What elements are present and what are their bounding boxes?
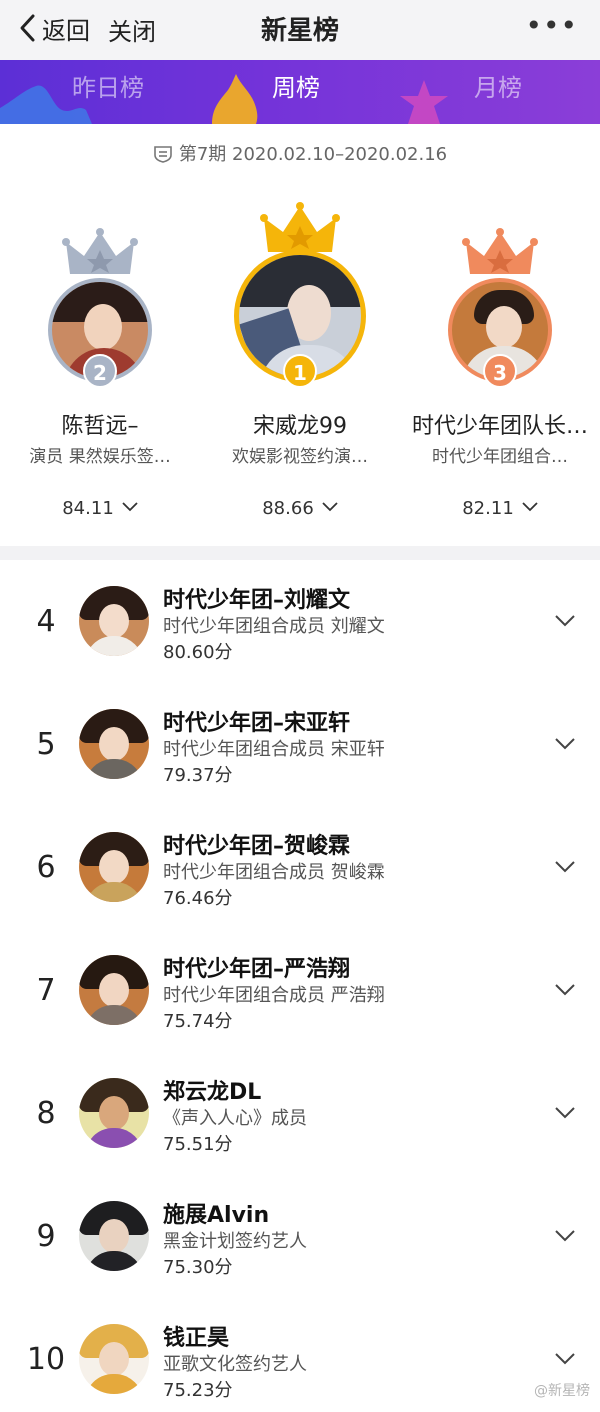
podium-name: 时代少年团队长… — [411, 414, 588, 439]
rank-badge: 3 — [483, 354, 517, 388]
item-name: 钱正昊 — [163, 1326, 230, 1351]
podium-name: 陈哲远– — [61, 414, 139, 439]
podium-rank-3[interactable]: 3 时代少年团队长… 时代少年团组合… 82.11 — [400, 200, 600, 530]
podium-rank-1[interactable]: 1 宋威龙99 欢娱影视签约演… 88.66 — [200, 200, 400, 530]
podium-score[interactable]: 88.66 — [200, 498, 400, 519]
list-item[interactable]: 6 时代少年团–贺峻霖 时代少年团组合成员 贺峻霖 76.46分 — [0, 806, 600, 929]
chevron-down-icon[interactable] — [554, 614, 576, 628]
item-score: 76.46分 — [163, 888, 233, 909]
podium-desc: 演员 果然娱乐签… — [29, 447, 171, 467]
rank-number: 8 — [36, 1096, 56, 1131]
podium-name: 宋威龙99 — [253, 414, 347, 439]
list-item[interactable]: 8 郑云龙DL 《声入人心》成员 75.51分 — [0, 1052, 600, 1175]
page-title: 新星榜 — [260, 16, 339, 46]
item-name: 郑云龙DL — [163, 1080, 262, 1105]
item-name: 时代少年团–宋亚轩 — [163, 711, 351, 736]
item-score: 75.74分 — [163, 1011, 233, 1032]
rank-badge: 2 — [83, 354, 117, 388]
watermark: @新星榜 — [534, 1383, 590, 1399]
chevron-down-icon[interactable] — [554, 737, 576, 751]
item-score: 75.23分 — [163, 1380, 233, 1401]
list-item[interactable]: 9 施展Alvin 黑金计划签约艺人 75.30分 — [0, 1175, 600, 1298]
item-desc: 时代少年团组合成员 严浩翔 — [163, 985, 385, 1006]
list-item[interactable]: 4 时代少年团–刘耀文 时代少年团组合成员 刘耀文 80.60分 — [0, 560, 600, 683]
score-value: 88.66 — [262, 498, 314, 519]
chevron-down-icon — [522, 502, 538, 512]
item-name: 时代少年团–严浩翔 — [163, 957, 351, 982]
crown-icon — [462, 228, 538, 274]
avatar — [79, 709, 149, 779]
score-value: 82.11 — [462, 498, 514, 519]
avatar — [79, 1078, 149, 1148]
back-button[interactable]: 返回 — [18, 10, 90, 46]
avatar — [79, 1324, 149, 1394]
avatar — [79, 955, 149, 1025]
period-text: 第7期 2020.02.10–2020.02.16 — [178, 144, 448, 165]
nav-bar: 返回 关闭 新星榜 ••• — [0, 0, 600, 60]
item-desc: 时代少年团组合成员 刘耀文 — [163, 616, 385, 637]
rank-badge: 1 — [283, 354, 317, 388]
podium-desc: 欢娱影视签约演… — [232, 447, 368, 467]
chevron-down-icon[interactable] — [554, 983, 576, 997]
chevron-down-icon — [322, 502, 338, 512]
item-desc: 《声入人心》成员 — [163, 1108, 307, 1129]
period-info: 第7期 2020.02.10–2020.02.16 — [0, 140, 600, 166]
chevron-down-icon[interactable] — [554, 860, 576, 874]
chevron-down-icon[interactable] — [554, 1229, 576, 1243]
crown-icon — [62, 228, 138, 274]
more-dots-icon[interactable]: ••• — [525, 12, 578, 40]
item-desc: 黑金计划签约艺人 — [163, 1231, 307, 1252]
rank-number: 4 — [36, 604, 56, 639]
list-item[interactable]: 10 钱正昊 亚歌文化签约艺人 75.23分 — [0, 1298, 600, 1412]
rank-number: 9 — [36, 1219, 56, 1254]
chevron-left-icon — [20, 14, 35, 42]
item-score: 75.30分 — [163, 1257, 233, 1278]
back-label: 返回 — [42, 16, 90, 45]
chevron-down-icon[interactable] — [554, 1106, 576, 1120]
rank-number: 10 — [26, 1342, 66, 1377]
ranking-tabs: 昨日榜 周榜 月榜 — [0, 60, 600, 124]
podium-desc: 时代少年团组合… — [432, 447, 568, 467]
item-desc: 时代少年团组合成员 贺峻霖 — [163, 862, 385, 883]
item-score: 75.51分 — [163, 1134, 233, 1155]
tab-week[interactable]: 周榜 — [272, 68, 320, 103]
podium-score[interactable]: 84.11 — [0, 498, 200, 519]
item-name: 时代少年团–刘耀文 — [163, 588, 351, 613]
rank-number: 6 — [36, 850, 56, 885]
item-desc: 亚歌文化签约艺人 — [163, 1354, 307, 1375]
tab-yesterday[interactable]: 昨日榜 — [72, 68, 144, 103]
item-desc: 时代少年团组合成员 宋亚轩 — [163, 739, 385, 760]
calendar-list-icon — [154, 146, 172, 163]
list-item[interactable]: 7 时代少年团–严浩翔 时代少年团组合成员 严浩翔 75.74分 — [0, 929, 600, 1052]
podium-score[interactable]: 82.11 — [400, 498, 600, 519]
item-score: 80.60分 — [163, 642, 233, 663]
avatar — [79, 586, 149, 656]
item-score: 79.37分 — [163, 765, 233, 786]
chevron-down-icon[interactable] — [554, 1352, 576, 1366]
list-item[interactable]: 5 时代少年团–宋亚轩 时代少年团组合成员 宋亚轩 79.37分 — [0, 683, 600, 806]
rank-number: 5 — [36, 727, 56, 762]
rank-number: 7 — [36, 973, 56, 1008]
item-name: 施展Alvin — [163, 1203, 270, 1228]
avatar — [79, 832, 149, 902]
section-divider — [0, 546, 600, 560]
item-name: 时代少年团–贺峻霖 — [163, 834, 351, 859]
close-button[interactable]: 关闭 — [108, 12, 156, 47]
avatar — [79, 1201, 149, 1271]
score-value: 84.11 — [62, 498, 114, 519]
podium-rank-2[interactable]: 2 陈哲远– 演员 果然娱乐签… 84.11 — [0, 200, 200, 530]
chevron-down-icon — [122, 502, 138, 512]
tab-month[interactable]: 月榜 — [474, 68, 522, 103]
